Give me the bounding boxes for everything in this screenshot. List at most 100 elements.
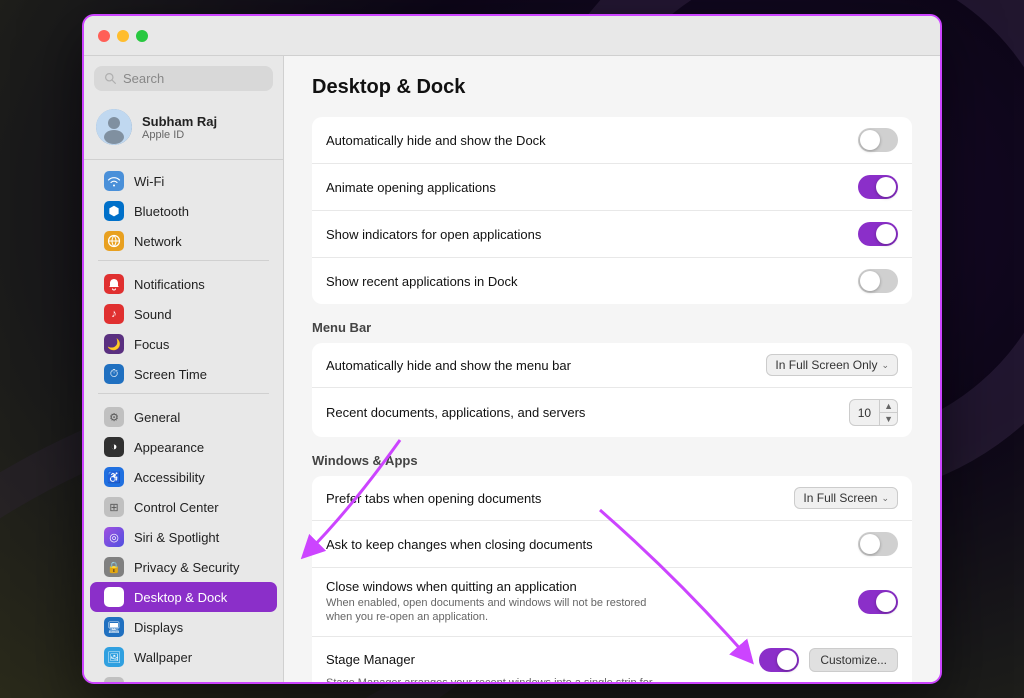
user-info: Subham Raj Apple ID <box>142 114 217 141</box>
stage-row-top: Stage Manager Customize... <box>326 648 898 672</box>
window-content: Search Subham Raj Apple ID <box>84 56 940 682</box>
customize-button[interactable]: Customize... <box>809 648 898 672</box>
sidebar-item-general[interactable]: ⚙ General <box>90 402 277 432</box>
sidebar-item-label-notifications: Notifications <box>134 277 205 292</box>
show-indicators-row: Show indicators for open applications <box>312 211 912 258</box>
stage-manager-label: Stage Manager <box>326 652 759 667</box>
auto-hide-menu-select[interactable]: In Full Screen Only ⌄ <box>766 354 898 376</box>
search-placeholder: Search <box>123 71 164 86</box>
sidebar-divider-2 <box>98 393 269 394</box>
screentime-icon: ⏱ <box>104 364 124 384</box>
avatar <box>96 109 132 145</box>
sidebar-item-network[interactable]: Network <box>90 226 277 256</box>
sidebar-item-label-network: Network <box>134 234 182 249</box>
close-windows-sublabel: When enabled, open documents and windows… <box>326 596 666 625</box>
auto-hide-dock-toggle[interactable] <box>858 128 898 152</box>
bluetooth-icon: ⬢ <box>104 201 124 221</box>
sidebar-item-privacy[interactable]: 🔒 Privacy & Security <box>90 552 277 582</box>
prefer-tabs-label: Prefer tabs when opening documents <box>326 491 794 506</box>
sidebar-item-focus[interactable]: 🌙 Focus <box>90 329 277 359</box>
search-bar[interactable]: Search <box>94 66 273 91</box>
siri-icon: ◎ <box>104 527 124 547</box>
sidebar-item-controlcenter[interactable]: ⊞ Control Center <box>90 492 277 522</box>
user-subtitle: Apple ID <box>142 129 217 141</box>
sidebar: Search Subham Raj Apple ID <box>84 56 284 682</box>
sidebar-item-notifications[interactable]: Notifications <box>90 269 277 299</box>
stepper-up[interactable]: ▲ <box>880 400 897 413</box>
close-windows-toggle[interactable] <box>858 590 898 614</box>
sidebar-item-siri[interactable]: ◎ Siri & Spotlight <box>90 522 277 552</box>
recent-docs-stepper[interactable]: 10 ▲ ▼ <box>849 399 898 426</box>
sidebar-item-label-sound: Sound <box>134 307 172 322</box>
prefer-tabs-select[interactable]: In Full Screen ⌄ <box>794 487 898 509</box>
sidebar-divider-1 <box>98 260 269 261</box>
sidebar-item-displays[interactable]: 🖥 Displays <box>90 612 277 642</box>
chevron-icon-2: ⌄ <box>881 493 889 504</box>
sidebar-item-label-privacy: Privacy & Security <box>134 560 239 575</box>
auto-hide-dock-label: Automatically hide and show the Dock <box>326 133 858 148</box>
show-indicators-label: Show indicators for open applications <box>326 227 858 242</box>
close-button[interactable] <box>98 30 110 42</box>
chevron-icon: ⌄ <box>881 360 889 371</box>
general-icon: ⚙ <box>104 407 124 427</box>
menubar-section-label: Menu Bar <box>312 320 912 335</box>
desktop-icon <box>104 587 124 607</box>
windows-settings-group: Prefer tabs when opening documents In Fu… <box>312 476 912 682</box>
sidebar-item-label-screensaver: Screen Saver <box>134 680 213 683</box>
recent-docs-row: Recent documents, applications, and serv… <box>312 388 912 437</box>
stage-manager-toggle[interactable] <box>759 648 799 672</box>
sidebar-preferences-group: ⚙ General ◑ Appearance ♿ Accessibility <box>84 402 283 682</box>
animate-apps-row: Animate opening applications <box>312 164 912 211</box>
page-title: Desktop & Dock <box>312 76 912 99</box>
accessibility-icon: ♿ <box>104 467 124 487</box>
sidebar-item-wifi[interactable]: Wi-Fi <box>90 166 277 196</box>
sidebar-item-desktop[interactable]: Desktop & Dock <box>90 582 277 612</box>
sidebar-item-label-wifi: Wi-Fi <box>134 174 164 189</box>
sidebar-item-wallpaper[interactable]: 🖼 Wallpaper <box>90 642 277 672</box>
minimize-button[interactable] <box>117 30 129 42</box>
close-windows-label: Close windows when quitting an applicati… <box>326 579 846 594</box>
show-recent-label: Show recent applications in Dock <box>326 274 858 289</box>
close-windows-row: Close windows when quitting an applicati… <box>312 568 912 637</box>
wifi-icon <box>104 171 124 191</box>
ask-changes-label: Ask to keep changes when closing documen… <box>326 537 858 552</box>
ask-changes-toggle[interactable] <box>858 532 898 556</box>
user-name: Subham Raj <box>142 114 217 129</box>
show-recent-toggle[interactable] <box>858 269 898 293</box>
sidebar-item-label-focus: Focus <box>134 337 169 352</box>
recent-docs-label: Recent documents, applications, and serv… <box>326 405 849 420</box>
prefer-tabs-value: In Full Screen <box>803 491 877 505</box>
network-icon <box>104 231 124 251</box>
sidebar-item-sound[interactable]: ♪ Sound <box>90 299 277 329</box>
ask-changes-row: Ask to keep changes when closing documen… <box>312 521 912 568</box>
focus-icon: 🌙 <box>104 334 124 354</box>
sidebar-item-screentime[interactable]: ⏱ Screen Time <box>90 359 277 389</box>
auto-hide-menu-value: In Full Screen Only <box>775 358 877 372</box>
stage-row-controls: Customize... <box>759 648 898 672</box>
sidebar-item-appearance[interactable]: ◑ Appearance <box>90 432 277 462</box>
sidebar-item-label-desktop: Desktop & Dock <box>134 590 227 605</box>
controlcenter-icon: ⊞ <box>104 497 124 517</box>
system-preferences-window: Search Subham Raj Apple ID <box>82 14 942 684</box>
stage-manager-sublabel: Stage Manager arranges your recent windo… <box>326 676 666 682</box>
animate-apps-label: Animate opening applications <box>326 180 858 195</box>
sidebar-item-label-bluetooth: Bluetooth <box>134 204 189 219</box>
titlebar <box>84 16 940 56</box>
auto-hide-menu-row: Automatically hide and show the menu bar… <box>312 343 912 388</box>
sidebar-item-label-displays: Displays <box>134 620 183 635</box>
stage-manager-row: Stage Manager Customize... Stage Manager… <box>312 637 912 682</box>
stepper-down[interactable]: ▼ <box>880 413 897 425</box>
user-section[interactable]: Subham Raj Apple ID <box>84 101 283 160</box>
sidebar-item-bluetooth[interactable]: ⬢ Bluetooth <box>90 196 277 226</box>
maximize-button[interactable] <box>136 30 148 42</box>
sidebar-item-accessibility[interactable]: ♿ Accessibility <box>90 462 277 492</box>
show-indicators-toggle[interactable] <box>858 222 898 246</box>
sidebar-item-label-siri: Siri & Spotlight <box>134 530 219 545</box>
search-icon <box>104 72 117 85</box>
displays-icon: 🖥 <box>104 617 124 637</box>
sidebar-item-label-general: General <box>134 410 180 425</box>
sidebar-item-screensaver[interactable]: ✦ Screen Saver <box>90 672 277 682</box>
privacy-icon: 🔒 <box>104 557 124 577</box>
animate-apps-toggle[interactable] <box>858 175 898 199</box>
auto-hide-dock-row: Automatically hide and show the Dock <box>312 117 912 164</box>
